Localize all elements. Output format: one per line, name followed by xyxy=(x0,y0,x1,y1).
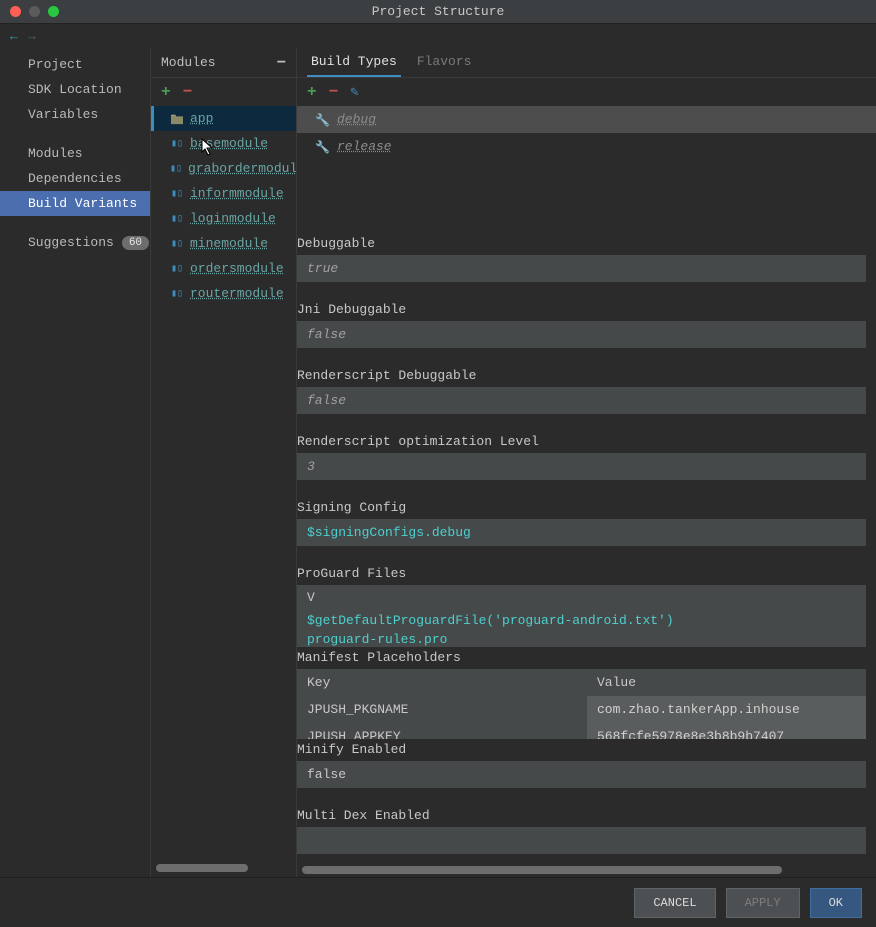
prop-proguard-label: ProGuard Files xyxy=(297,560,866,585)
prop-jni-label: Jni Debuggable xyxy=(297,296,866,321)
folder-icon xyxy=(170,113,184,125)
cancel-button[interactable]: CANCEL xyxy=(634,888,715,918)
tabs-row: Build Types Flavors xyxy=(297,48,876,78)
tab-flavors[interactable]: Flavors xyxy=(413,48,476,77)
module-icon: ▮▯ xyxy=(170,188,184,200)
modules-scrollbar[interactable] xyxy=(156,864,248,872)
maximize-window-icon[interactable] xyxy=(48,6,59,17)
manifest-key-cell: JPUSH_APPKEY xyxy=(297,723,587,739)
sidebar-item-sdk-location[interactable]: SDK Location xyxy=(0,77,150,102)
proguard-file-line: $getDefaultProguardFile('proguard-androi… xyxy=(307,605,856,628)
sidebar-item-modules[interactable]: Modules xyxy=(0,141,150,166)
manifest-value-header: Value xyxy=(597,675,856,690)
module-label: minemodule xyxy=(190,236,268,251)
prop-signing-input[interactable] xyxy=(297,519,866,546)
prop-proguard-input[interactable]: V $getDefaultProguardFile('proguard-andr… xyxy=(297,585,866,647)
add-build-type-icon[interactable]: + xyxy=(307,83,317,101)
modules-list: app ▮▯ basemodule ▮▯ grabordermodule ▮▯ … xyxy=(151,106,296,485)
module-icon: ▮▯ xyxy=(170,213,184,225)
module-item-ordersmodule[interactable]: ▮▯ ordersmodule xyxy=(151,256,296,281)
manifest-key-header: Key xyxy=(307,675,597,690)
prop-debuggable-input[interactable] xyxy=(297,255,866,282)
title-bar: Project Structure xyxy=(0,0,876,24)
module-icon: ▮▯ xyxy=(170,263,184,275)
manifest-key-cell: JPUSH_PKGNAME xyxy=(297,696,587,723)
module-icon: ▮▯ xyxy=(170,138,184,150)
modules-header: Modules xyxy=(161,55,216,70)
prop-jni-input[interactable] xyxy=(297,321,866,348)
prop-minify-input[interactable] xyxy=(297,761,866,788)
nav-row: ← → xyxy=(0,24,876,48)
sidebar-item-project[interactable]: Project xyxy=(0,52,150,77)
build-type-label: release xyxy=(337,139,392,154)
proguard-file-line2: proguard-rules.pro xyxy=(307,628,856,647)
details-column: Build Types Flavors + − ✎ 🔧 debug 🔧 rele… xyxy=(297,48,876,877)
module-item-routermodule[interactable]: ▮▯ routermodule xyxy=(151,281,296,306)
module-label: loginmodule xyxy=(190,211,276,226)
build-type-label: debug xyxy=(337,112,376,127)
manifest-value-cell: com.zhao.tankerApp.inhouse xyxy=(587,696,866,723)
sidebar-item-label: Suggestions xyxy=(28,235,114,250)
prop-rsdebug-input[interactable] xyxy=(297,387,866,414)
module-item-loginmodule[interactable]: ▮▯ loginmodule xyxy=(151,206,296,231)
modules-column: Modules − + − app ▮▯ basemodule ▮▯ grabo… xyxy=(150,48,297,877)
suggestions-badge: 60 xyxy=(122,236,149,250)
module-item-informmodule[interactable]: ▮▯ informmodule xyxy=(151,181,296,206)
module-icon: ▮▯ xyxy=(170,288,184,300)
sidebar-item-suggestions[interactable]: Suggestions 60 xyxy=(0,230,150,255)
module-label: grabordermodule xyxy=(188,161,296,176)
tab-build-types[interactable]: Build Types xyxy=(307,48,401,77)
module-label: basemodule xyxy=(190,136,268,151)
ok-button[interactable]: OK xyxy=(810,888,862,918)
prop-minify-label: Minify Enabled xyxy=(297,739,866,761)
module-label: routermodule xyxy=(190,286,284,301)
build-type-release[interactable]: 🔧 release xyxy=(297,133,876,160)
window-title: Project Structure xyxy=(372,4,505,19)
prop-multidex-label: Multi Dex Enabled xyxy=(297,802,866,827)
details-scrollbar[interactable] xyxy=(302,866,782,874)
prop-rsopt-input[interactable] xyxy=(297,453,866,480)
module-icon: ▮▯ xyxy=(170,163,182,175)
module-label: informmodule xyxy=(190,186,284,201)
apply-button[interactable]: APPLY xyxy=(726,888,800,918)
module-item-basemodule[interactable]: ▮▯ basemodule xyxy=(151,131,296,156)
module-item-grabordermodule[interactable]: ▮▯ grabordermodule xyxy=(151,156,296,181)
remove-build-type-icon[interactable]: − xyxy=(329,83,339,101)
manifest-row[interactable]: JPUSH_PKGNAME com.zhao.tankerApp.inhouse xyxy=(297,696,866,723)
forward-arrow-icon[interactable]: → xyxy=(28,29,36,44)
build-types-list: 🔧 debug 🔧 release xyxy=(297,106,876,160)
wrench-icon: 🔧 xyxy=(315,140,329,154)
manifest-value-cell: 568fcfe5978e8e3b8b9b7407 xyxy=(587,723,866,739)
module-label: ordersmodule xyxy=(190,261,284,276)
properties-pane: Debuggable Jni Debuggable Renderscript D… xyxy=(297,230,876,863)
sidebar: Project SDK Location Variables Modules D… xyxy=(0,48,150,877)
prop-signing-label: Signing Config xyxy=(297,494,866,519)
remove-module-icon[interactable]: − xyxy=(183,83,193,101)
module-item-app[interactable]: app xyxy=(151,106,296,131)
prop-rsopt-label: Renderscript optimization Level xyxy=(297,428,866,453)
collapse-icon[interactable]: − xyxy=(276,55,286,71)
sidebar-item-variables[interactable]: Variables xyxy=(0,102,150,127)
sidebar-item-dependencies[interactable]: Dependencies xyxy=(0,166,150,191)
module-item-minemodule[interactable]: ▮▯ minemodule xyxy=(151,231,296,256)
prop-rsdebug-label: Renderscript Debuggable xyxy=(297,362,866,387)
build-type-debug[interactable]: 🔧 debug xyxy=(297,106,876,133)
prop-multidex-input[interactable] xyxy=(297,827,866,854)
button-bar: CANCEL APPLY OK xyxy=(0,877,876,927)
wrench-icon: 🔧 xyxy=(315,113,329,127)
minimize-window-icon[interactable] xyxy=(29,6,40,17)
proguard-head: V xyxy=(307,590,856,605)
back-arrow-icon[interactable]: ← xyxy=(10,29,18,44)
add-module-icon[interactable]: + xyxy=(161,83,171,101)
prop-manifest-label: Manifest Placeholders xyxy=(297,647,866,669)
edit-build-type-icon[interactable]: ✎ xyxy=(350,84,358,101)
module-label: app xyxy=(190,111,213,126)
manifest-table: Key Value JPUSH_PKGNAME com.zhao.tankerA… xyxy=(297,669,866,739)
close-window-icon[interactable] xyxy=(10,6,21,17)
manifest-row[interactable]: JPUSH_APPKEY 568fcfe5978e8e3b8b9b7407 xyxy=(297,723,866,739)
module-icon: ▮▯ xyxy=(170,238,184,250)
sidebar-item-build-variants[interactable]: Build Variants xyxy=(0,191,150,216)
prop-debuggable-label: Debuggable xyxy=(297,230,866,255)
